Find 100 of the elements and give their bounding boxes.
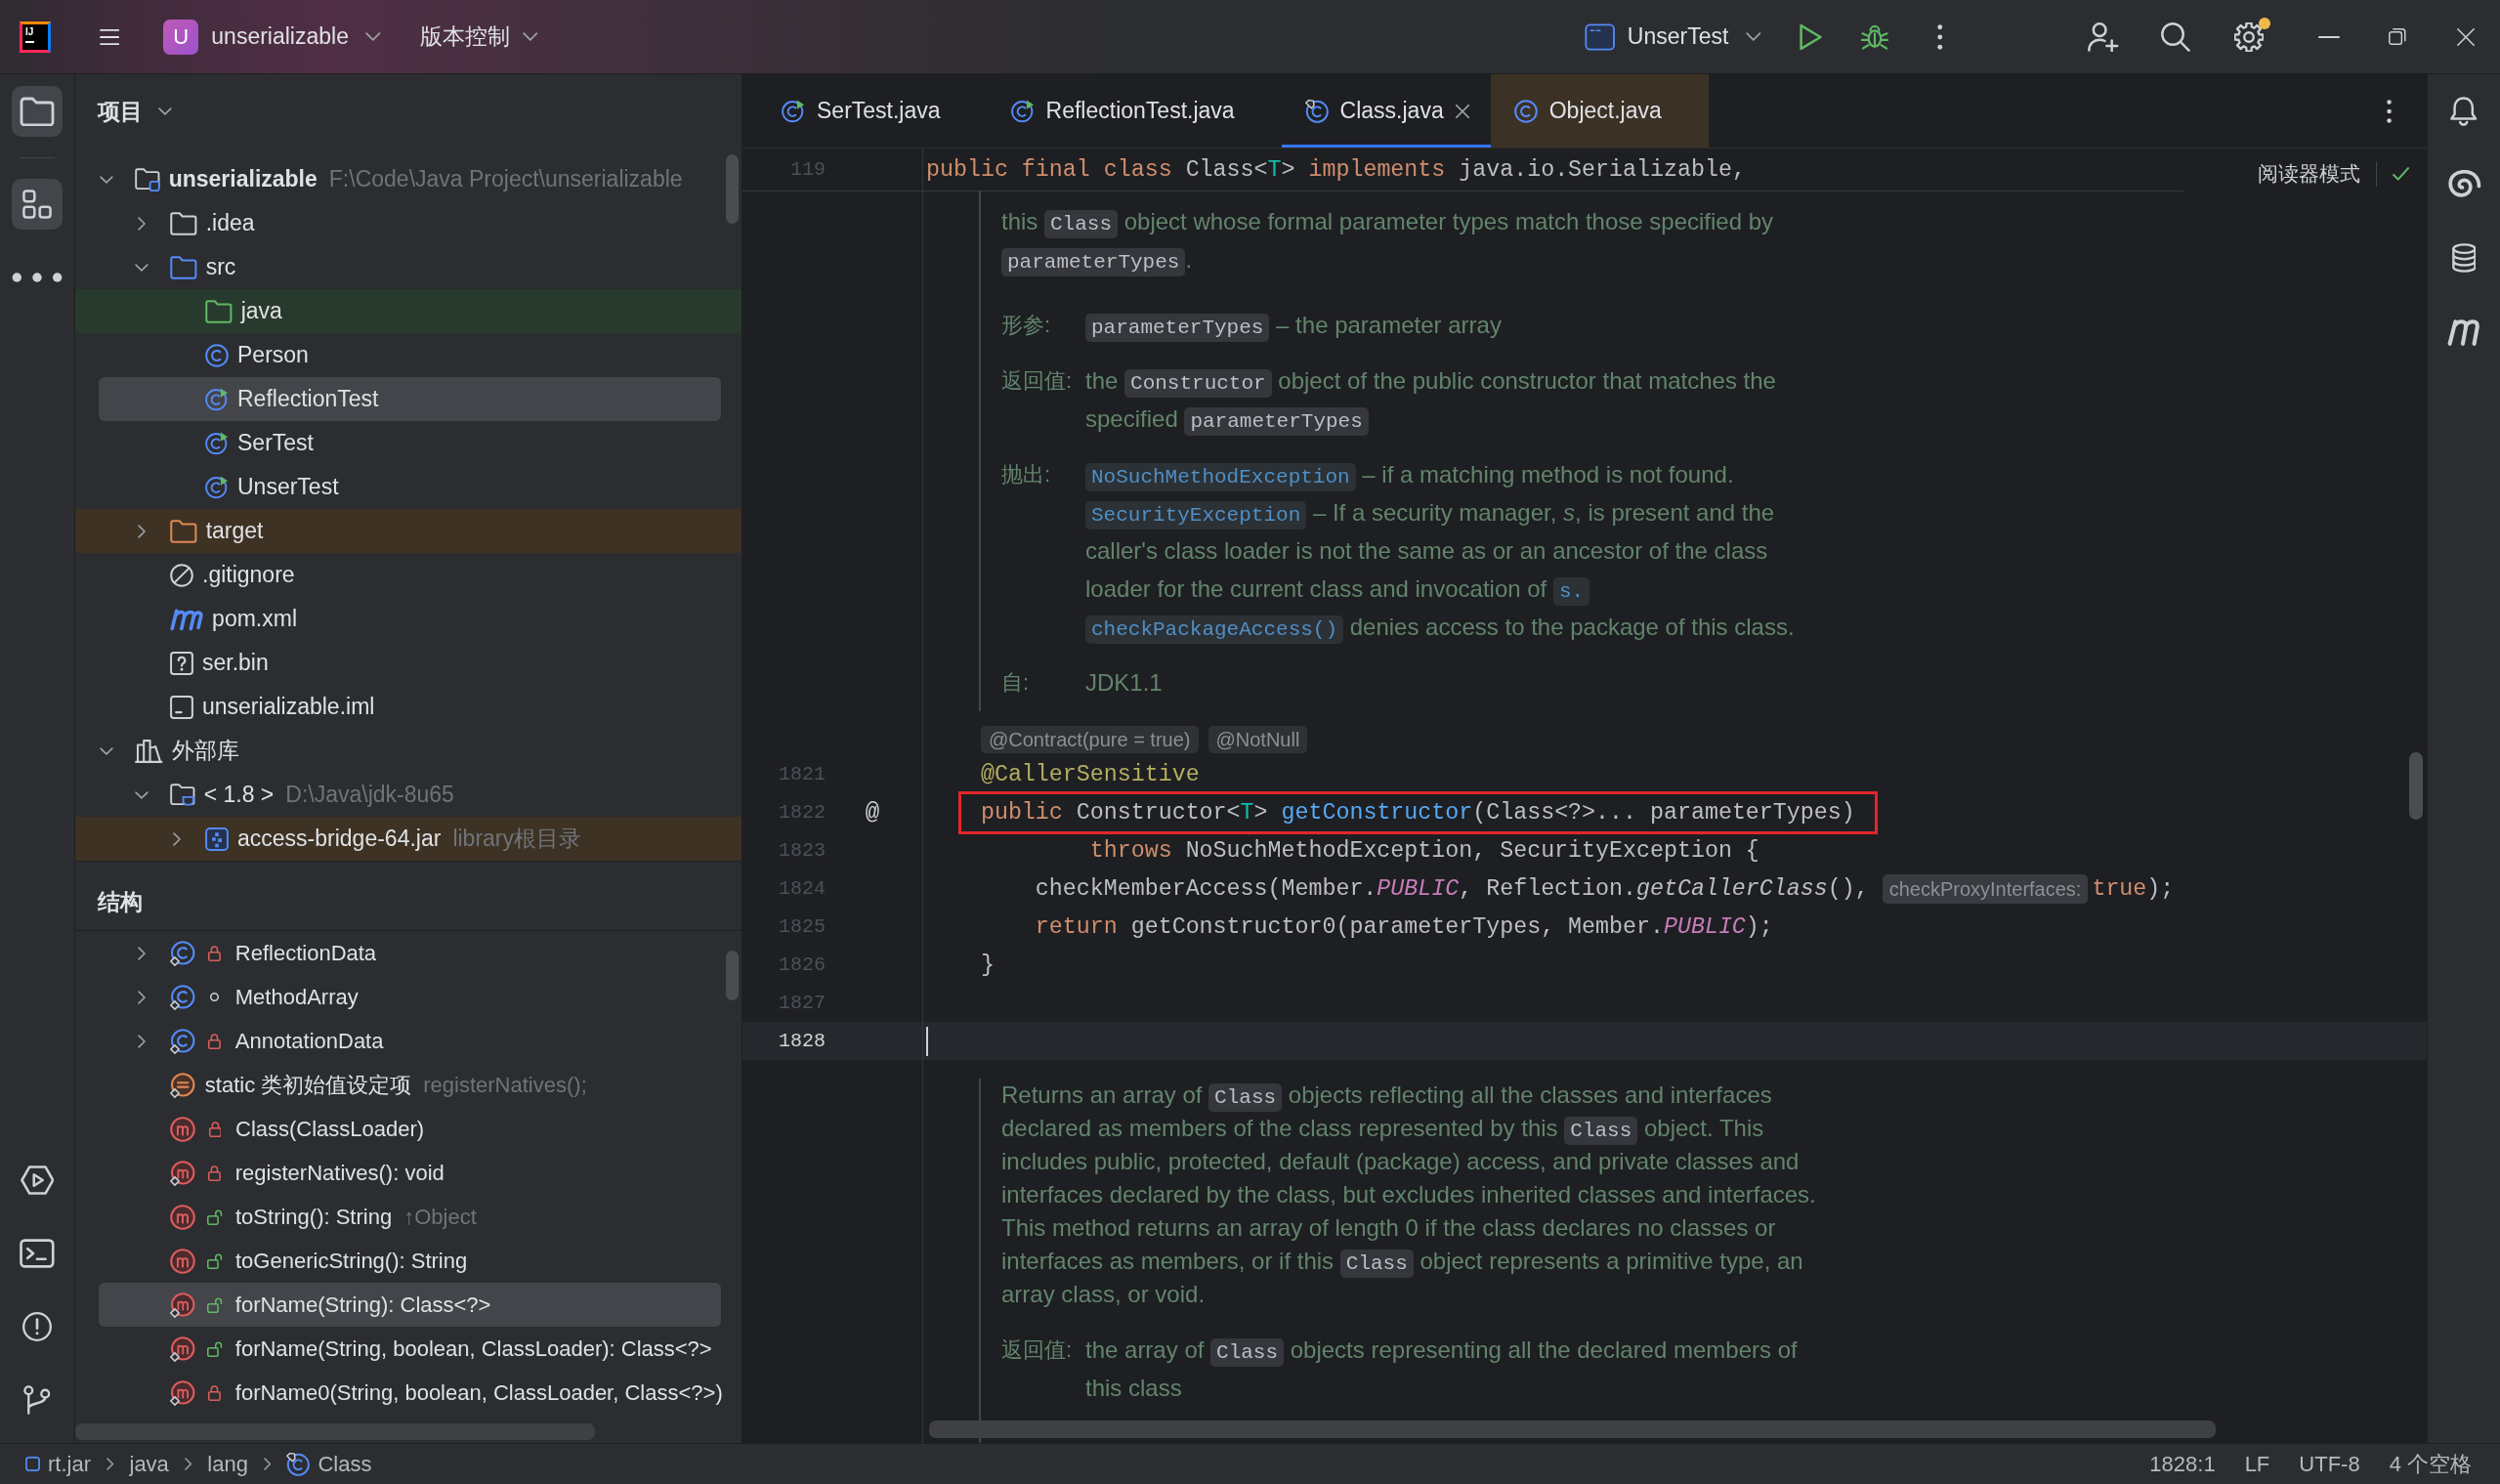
module-file-icon — [170, 695, 193, 719]
editor-tab[interactable]: ReflectionTest.java — [987, 74, 1282, 148]
unlocked-icon — [207, 1252, 223, 1269]
lock-icon — [208, 1121, 222, 1137]
tree-item[interactable]: unserializable F:\Code\Java Project\unserializable — [75, 157, 742, 201]
doc-link[interactable]: SecurityException — [1085, 501, 1307, 530]
tree-item[interactable]: 外部库 — [75, 729, 742, 773]
bell-icon[interactable] — [2450, 97, 2478, 126]
doc-link[interactable]: s. — [1552, 577, 1590, 606]
menu-icon[interactable] — [100, 28, 120, 45]
terminal-icon[interactable] — [20, 1239, 55, 1268]
tree-item[interactable]: pom.xml — [75, 597, 742, 641]
folder-icon — [170, 519, 197, 543]
tree-item[interactable]: java — [75, 289, 742, 333]
tree-item[interactable]: < 1.8 > D:\Java\jdk-8u65 — [75, 773, 742, 817]
doc-link[interactable]: NoSuchMethodException — [1085, 463, 1356, 491]
database-icon[interactable] — [2451, 243, 2477, 273]
tree-item[interactable]: UnserTest — [75, 465, 742, 509]
chevron-right-icon[interactable] — [184, 1458, 192, 1470]
tree-item[interactable]: ser.bin — [75, 641, 742, 685]
chevron-down-icon[interactable] — [100, 746, 113, 755]
project-selector[interactable]: unserializable — [211, 23, 381, 50]
structure-item[interactable]: ReflectionData — [75, 931, 742, 975]
add-user-icon[interactable] — [2088, 21, 2119, 52]
tree-item[interactable]: access-bridge-64.jar library根目录 — [75, 817, 742, 861]
tree-item[interactable]: .gitignore — [75, 553, 742, 597]
minimize-icon[interactable] — [2318, 35, 2340, 38]
module-folder-icon — [135, 167, 160, 191]
structure-item[interactable]: MethodArray — [75, 975, 742, 1019]
chevron-right-icon[interactable] — [137, 524, 147, 538]
scrollbar-thumb[interactable] — [726, 154, 739, 224]
search-icon[interactable] — [2161, 21, 2190, 52]
editor-tab[interactable]: SerTest.java — [758, 74, 988, 148]
chevron-down-icon[interactable] — [100, 175, 113, 184]
editor-tab[interactable]: Object.java — [1490, 74, 1709, 148]
m-icon[interactable] — [2447, 317, 2480, 346]
settings-icon[interactable] — [2234, 21, 2264, 52]
vcs-menu[interactable]: 版本控制 — [419, 21, 538, 52]
view-selector[interactable]: 项目 — [98, 96, 172, 127]
tree-item[interactable]: .idea — [75, 201, 742, 245]
more-icon[interactable] — [1937, 23, 1943, 50]
tree-item[interactable]: SerTest — [75, 421, 742, 465]
gutter-marker[interactable]: @ — [855, 799, 890, 826]
structure-item[interactable]: static 类初始值设定项 registerNatives(); — [75, 1063, 742, 1107]
alert-icon[interactable] — [22, 1312, 52, 1341]
breadcrumb[interactable]: lang — [207, 1451, 248, 1477]
run-icon[interactable] — [20, 1166, 55, 1195]
tree-item[interactable]: target — [75, 509, 742, 553]
chevron-right-icon[interactable] — [172, 831, 182, 846]
chevron-down-icon[interactable] — [522, 32, 538, 41]
scrollbar-thumb[interactable] — [75, 1423, 595, 1440]
chevron-down-icon[interactable] — [135, 263, 148, 272]
lock-icon — [208, 1165, 222, 1181]
more-icon[interactable] — [2387, 99, 2393, 123]
tool-window-button[interactable] — [12, 179, 63, 230]
structure-item[interactable]: AnnotationData — [75, 1019, 742, 1063]
breadcrumb[interactable]: rt.jar — [25, 1451, 91, 1477]
chevron-down-icon[interactable] — [158, 107, 172, 115]
chevron-right-icon[interactable] — [137, 946, 147, 960]
bug-icon[interactable] — [1861, 22, 1888, 51]
check-icon[interactable] — [2392, 167, 2409, 181]
reader-mode-link[interactable]: 阅读器模式 — [2257, 160, 2360, 188]
structure-item[interactable]: Class(ClassLoader) — [75, 1107, 742, 1151]
caret-position[interactable]: 1828:1 — [2149, 1449, 2216, 1479]
chevron-right-icon[interactable] — [137, 216, 147, 231]
chevron-down-icon[interactable] — [1746, 32, 1761, 41]
scrollbar-thumb[interactable] — [2409, 752, 2423, 820]
structure-item[interactable]: forName(String): Class<?> — [99, 1283, 721, 1327]
tree-item[interactable]: Person — [75, 333, 742, 377]
indent-setting[interactable]: 4 个空格 — [2389, 1449, 2472, 1479]
tool-window-button[interactable] — [12, 86, 63, 137]
runnable-class-icon — [1010, 99, 1035, 123]
breadcrumb[interactable]: java — [129, 1451, 169, 1477]
spiral-icon[interactable] — [2446, 170, 2481, 199]
chevron-right-icon[interactable] — [137, 1034, 147, 1048]
chevron-right-icon[interactable] — [263, 1458, 272, 1470]
structure-item[interactable]: toGenericString(): String — [75, 1239, 742, 1283]
chevron-down-icon[interactable] — [364, 32, 381, 41]
scrollbar-thumb[interactable] — [929, 1420, 2216, 1438]
structure-item[interactable]: registerNatives(): void — [75, 1151, 742, 1195]
close-icon[interactable] — [2457, 27, 2475, 46]
run-configuration-selector[interactable]: UnserTest — [1585, 22, 1761, 51]
branch-icon[interactable] — [23, 1385, 51, 1415]
close-icon[interactable] — [1455, 104, 1469, 118]
chevron-right-icon[interactable] — [106, 1458, 114, 1470]
structure-item[interactable]: forName0(String, boolean, ClassLoader, Class<?>) — [75, 1371, 742, 1415]
run-icon[interactable] — [1800, 22, 1823, 51]
scrollbar-thumb[interactable] — [726, 951, 739, 1000]
breadcrumb[interactable]: Class — [286, 1451, 372, 1477]
chevron-down-icon[interactable] — [135, 790, 148, 799]
tree-item[interactable]: src — [75, 245, 742, 289]
structure-item[interactable]: forName(String, boolean, ClassLoader): Class<?> — [75, 1327, 742, 1371]
tree-item[interactable]: unserializable.iml — [75, 685, 742, 729]
doc-link[interactable]: checkPackageAccess() — [1085, 615, 1344, 644]
structure-item[interactable]: toString(): String ↑Object — [75, 1195, 742, 1239]
tree-item[interactable]: ReflectionTest — [99, 377, 721, 421]
restore-icon[interactable] — [2389, 28, 2406, 45]
chevron-right-icon[interactable] — [137, 990, 147, 1004]
file-encoding[interactable]: UTF-8 — [2299, 1449, 2360, 1479]
line-separator[interactable]: LF — [2244, 1449, 2270, 1479]
